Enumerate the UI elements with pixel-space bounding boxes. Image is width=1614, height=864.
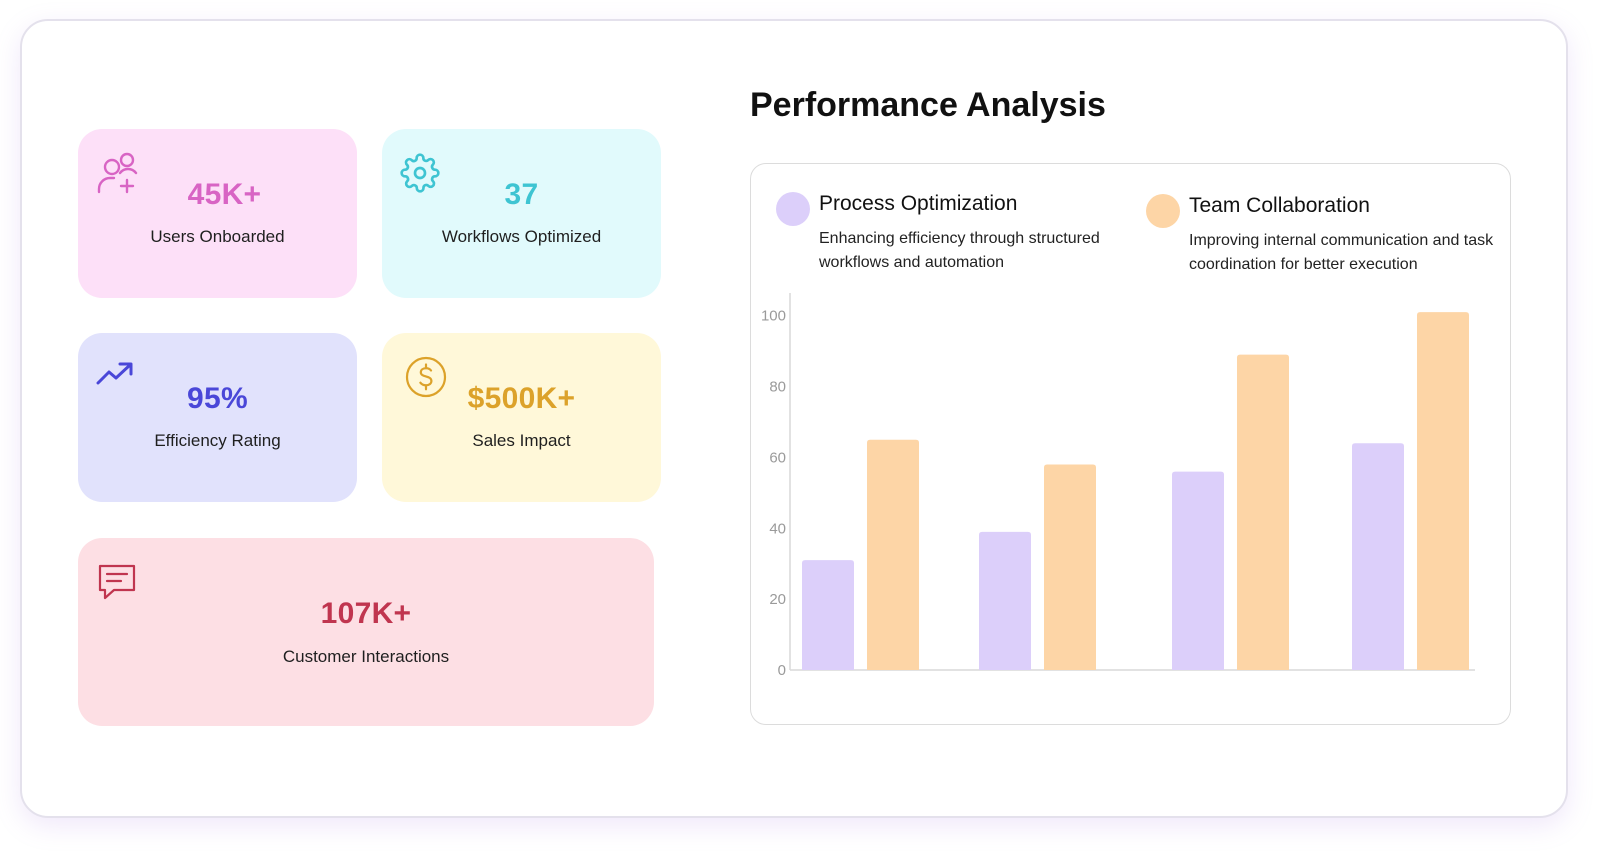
efficiency-value: 95%	[187, 382, 248, 415]
sales-label: Sales Impact	[472, 431, 571, 450]
bar-team-4[interactable]	[1417, 312, 1469, 670]
stat-card-sales[interactable]: $500K+ Sales Impact	[382, 333, 661, 502]
y-tick-label: 60	[769, 449, 786, 466]
y-tick-label: 0	[778, 662, 786, 679]
stat-card-interactions[interactable]: 107K+ Customer Interactions	[78, 538, 654, 726]
bar-team-1[interactable]	[867, 439, 919, 670]
y-tick-label: 20	[769, 591, 786, 608]
interactions-value: 107K+	[320, 597, 412, 630]
bar-team-2[interactable]	[1044, 464, 1096, 670]
bar-team-3[interactable]	[1237, 354, 1289, 670]
workflows-label: Workflows Optimized	[441, 227, 602, 246]
interactions-label: Customer Interactions	[282, 647, 450, 666]
workflows-value: 37	[504, 178, 539, 211]
efficiency-label: Efficiency Rating	[154, 431, 281, 450]
stat-card-efficiency[interactable]: 95% Efficiency Rating	[78, 333, 357, 502]
bar-process-2[interactable]	[979, 531, 1031, 670]
stat-card-workflows[interactable]: 37 Workflows Optimized	[382, 129, 661, 298]
sales-value: $500K+	[467, 382, 576, 415]
y-tick-label: 40	[769, 520, 786, 537]
bar-process-4[interactable]	[1352, 443, 1404, 670]
bar-process-3[interactable]	[1172, 471, 1224, 670]
bar-process-1[interactable]	[802, 560, 854, 670]
chart-title: Performance Analysis	[750, 86, 1106, 124]
bar-chart: 0 20 40 60 80 100	[761, 293, 1475, 679]
y-tick-label: 80	[769, 379, 786, 396]
users-label: Users Onboarded	[150, 227, 285, 246]
stat-card-users[interactable]: 45K+ Users Onboarded	[78, 129, 357, 298]
y-tick-label: 100	[761, 308, 786, 325]
users-value: 45K+	[187, 178, 262, 211]
